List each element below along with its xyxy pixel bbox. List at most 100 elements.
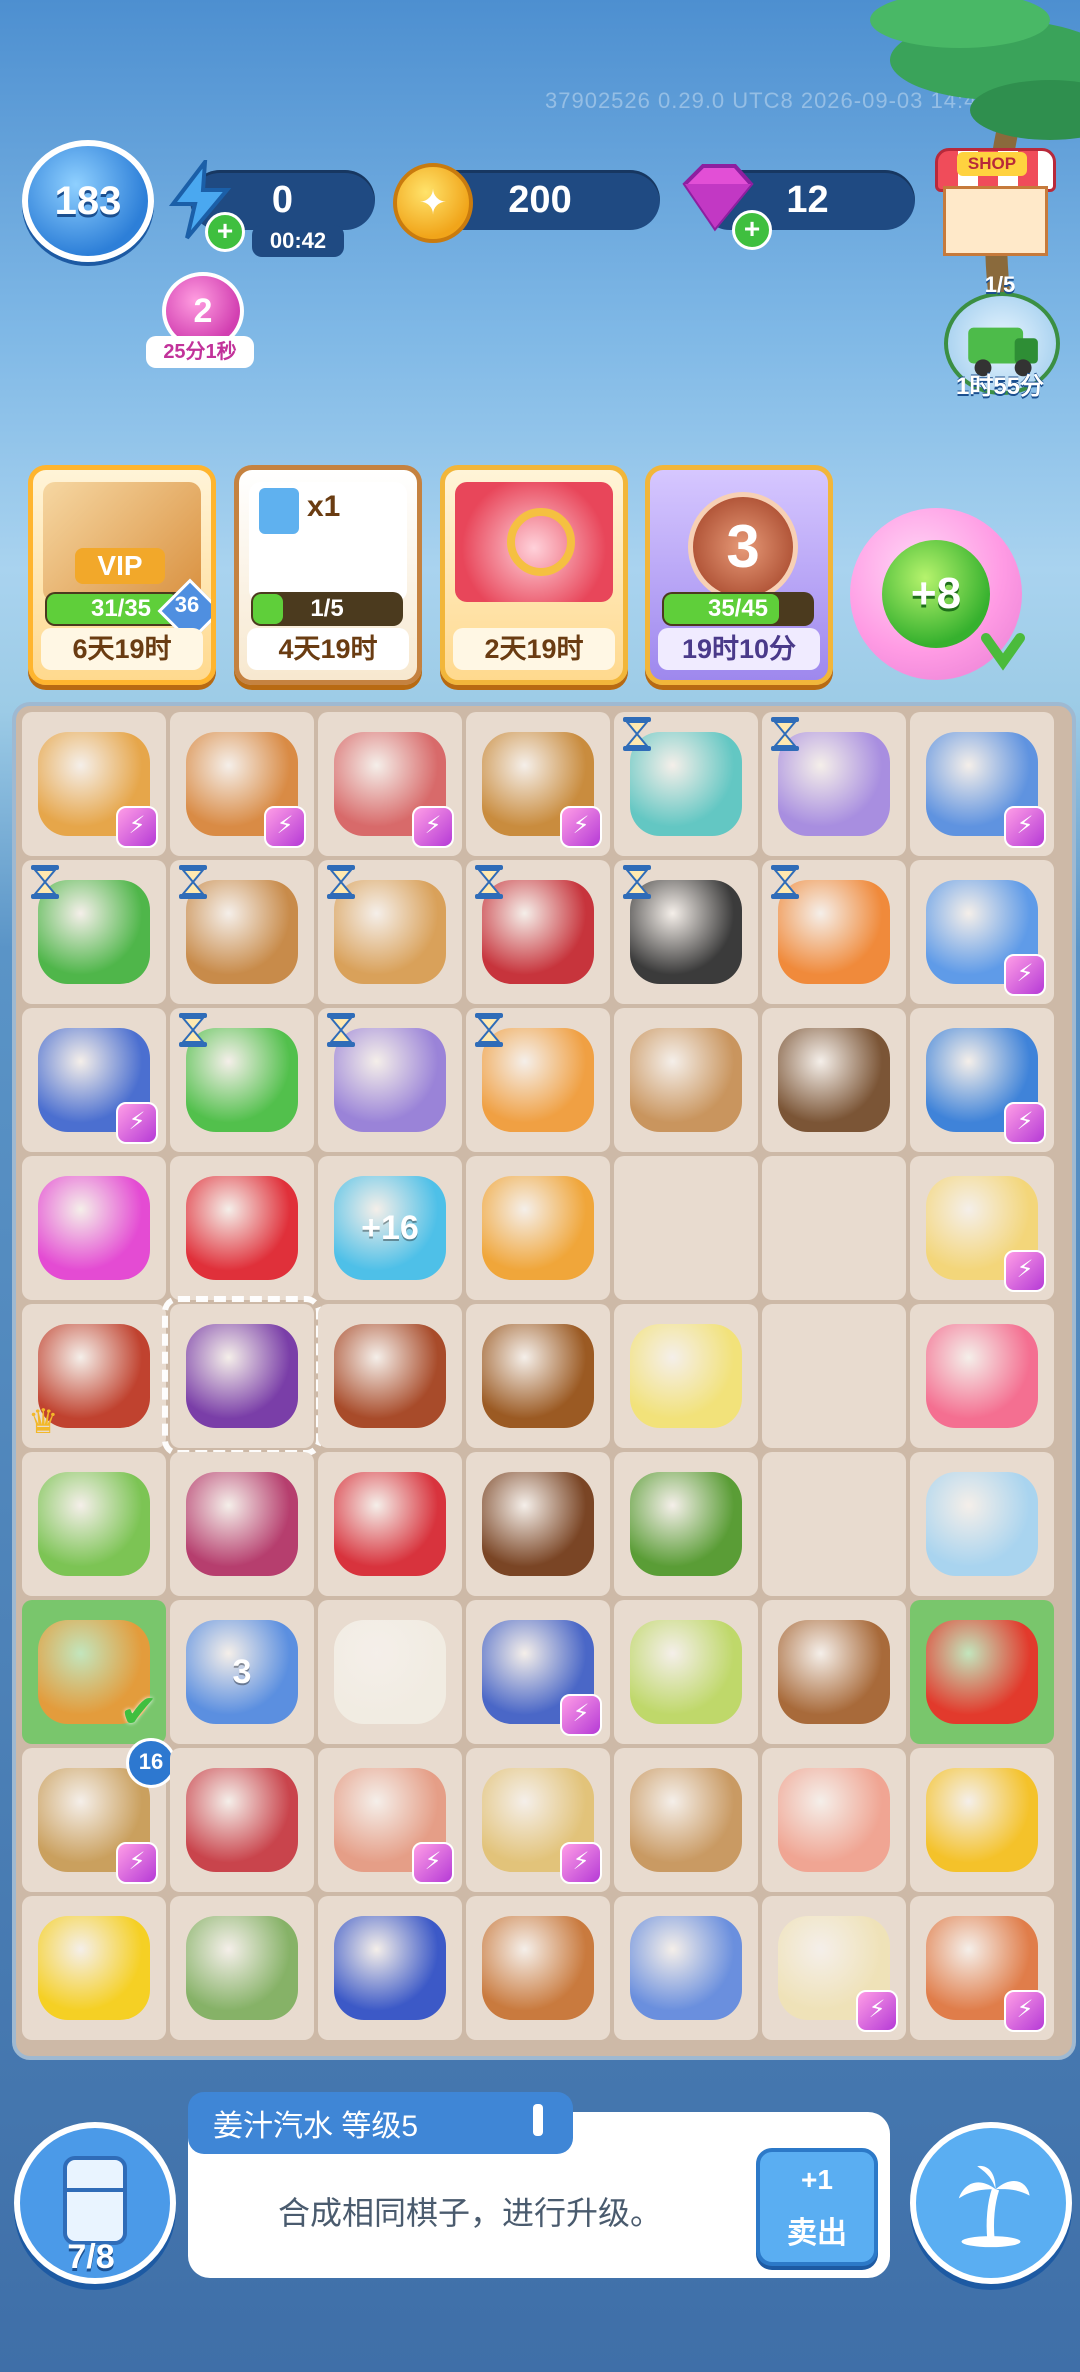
add-gems-button[interactable]: +	[732, 210, 772, 250]
board-cell[interactable]	[910, 1304, 1054, 1448]
add-energy-button[interactable]: +	[205, 212, 245, 252]
coffee-cup-item[interactable]	[630, 1028, 742, 1132]
board-cell[interactable]	[614, 1600, 758, 1744]
board-cell[interactable]	[466, 860, 610, 1004]
board-cell[interactable]	[318, 1304, 462, 1448]
vip-event-card[interactable]: VIP 31/35 36 6天19时	[28, 465, 216, 685]
tea-leaves-item[interactable]	[630, 1472, 742, 1576]
board-cell[interactable]: ⚡	[910, 860, 1054, 1004]
board-cell[interactable]	[466, 1452, 610, 1596]
board-cell[interactable]	[614, 860, 758, 1004]
ticket-event-card[interactable]: x1 1/5 4天19时	[234, 465, 422, 685]
board-cell[interactable]	[466, 1008, 610, 1152]
sell-button[interactable]: +1 卖出	[756, 2148, 878, 2266]
medal-event-card[interactable]: 3 35/45 19时10分	[645, 465, 833, 685]
tonic-water-can-item[interactable]	[482, 1176, 594, 1280]
shop-button[interactable]: SHOP	[935, 148, 1056, 256]
board-cell[interactable]	[170, 1896, 314, 2040]
board-cell[interactable]	[762, 860, 906, 1004]
board-cell[interactable]: ⚡	[22, 712, 166, 856]
board-cell[interactable]: ⚡	[170, 712, 314, 856]
board-cell[interactable]	[170, 1452, 314, 1596]
board-cell[interactable]: ⚡	[910, 712, 1054, 856]
coffee-machine-item[interactable]	[778, 1028, 890, 1132]
board-cell[interactable]	[170, 860, 314, 1004]
info-icon[interactable]	[523, 2100, 553, 2140]
milk-carton-item[interactable]: 3	[186, 1620, 298, 1724]
board-cell[interactable]	[22, 860, 166, 1004]
board-cell[interactable]: ✔	[22, 1600, 166, 1744]
board-cell[interactable]: ⚡ 16	[22, 1738, 176, 1892]
board-cell[interactable]	[762, 1600, 906, 1744]
board-cell[interactable]	[170, 1156, 314, 1300]
board-cell[interactable]: ⚡	[466, 1600, 610, 1744]
tea-glass-item[interactable]	[482, 1916, 594, 2020]
board-cell[interactable]	[614, 1748, 758, 1892]
energy-bubble-item[interactable]: +16	[334, 1176, 446, 1280]
board-cell[interactable]: ♛	[22, 1304, 166, 1448]
board-cell[interactable]	[762, 1304, 906, 1448]
coffee-beans-item[interactable]	[482, 1472, 594, 1576]
whiskey-bottle-item[interactable]	[482, 1324, 594, 1428]
board-cell[interactable]	[614, 1304, 758, 1448]
board-cell[interactable]	[466, 1156, 610, 1300]
board-cell[interactable]: ⚡	[910, 1008, 1054, 1152]
blue-fish-item[interactable]	[630, 1916, 742, 2020]
board-cell[interactable]	[318, 1896, 462, 2040]
board-cell[interactable]	[22, 1156, 166, 1300]
corn-kernels-item[interactable]	[926, 1768, 1038, 1872]
board-cell[interactable]	[762, 712, 906, 856]
island-button[interactable]	[910, 2122, 1072, 2284]
octopus-item[interactable]	[926, 1324, 1038, 1428]
board-cell[interactable]	[762, 1008, 906, 1152]
player-level-badge[interactable]: 183	[22, 140, 154, 262]
board-cell[interactable]	[318, 1008, 462, 1152]
board-cell[interactable]: +16	[318, 1156, 462, 1300]
board-cell[interactable]: ⚡	[22, 1008, 166, 1152]
board-cell[interactable]: 3	[170, 1600, 314, 1744]
steak-item[interactable]	[186, 1768, 298, 1872]
tea-bag-item[interactable]	[630, 1620, 742, 1724]
board-cell[interactable]: ⚡	[466, 1748, 610, 1892]
scallions-item[interactable]	[38, 1472, 150, 1576]
board-cell[interactable]	[614, 1156, 758, 1300]
board-cell[interactable]	[614, 1896, 758, 2040]
fish-item[interactable]	[186, 1916, 298, 2020]
board-cell[interactable]: ⚡	[910, 1156, 1054, 1300]
board-cell[interactable]	[910, 1748, 1054, 1892]
board-cell[interactable]	[22, 1452, 166, 1596]
board-cell[interactable]	[762, 1452, 906, 1596]
sugar-cubes-item[interactable]	[334, 1620, 446, 1724]
board-cell[interactable]	[22, 1896, 166, 2040]
board-cell[interactable]	[170, 1008, 314, 1152]
lafite-bottle-item[interactable]	[334, 1324, 446, 1428]
board-cell[interactable]	[466, 1304, 610, 1448]
board-cell[interactable]: ⚡	[762, 1896, 906, 2040]
board-cell[interactable]	[762, 1748, 906, 1892]
tomato-item[interactable]	[926, 1620, 1038, 1724]
tea-cup-item[interactable]	[778, 1620, 890, 1724]
glass-bowl-item[interactable]	[926, 1472, 1038, 1576]
board-cell[interactable]: ⚡	[318, 712, 462, 856]
salmon-item[interactable]	[778, 1768, 890, 1872]
board-cell[interactable]	[162, 1296, 322, 1456]
muller-bottle-item[interactable]	[630, 1324, 742, 1428]
board-cell[interactable]: ⚡	[910, 1896, 1054, 2040]
board-cell[interactable]	[170, 1748, 314, 1892]
board-cell[interactable]	[318, 1600, 462, 1744]
board-cell[interactable]	[910, 1452, 1054, 1596]
board-cell[interactable]	[318, 1452, 462, 1596]
lemon-item[interactable]	[38, 1916, 150, 2020]
apple-item[interactable]	[186, 1176, 298, 1280]
board-cell[interactable]: ⚡	[466, 712, 610, 856]
red-cake-item[interactable]	[334, 1472, 446, 1576]
blueberries-item[interactable]	[334, 1916, 446, 2020]
board-cell[interactable]	[466, 1896, 610, 2040]
board-cell[interactable]	[614, 1452, 758, 1596]
onion-item[interactable]	[186, 1472, 298, 1576]
board-cell[interactable]	[762, 1156, 906, 1300]
board-cell[interactable]	[614, 712, 758, 856]
board-cell[interactable]: ⚡	[318, 1748, 462, 1892]
gems-item[interactable]	[38, 1176, 150, 1280]
ring-event-card[interactable]: 2天19时	[440, 465, 628, 685]
